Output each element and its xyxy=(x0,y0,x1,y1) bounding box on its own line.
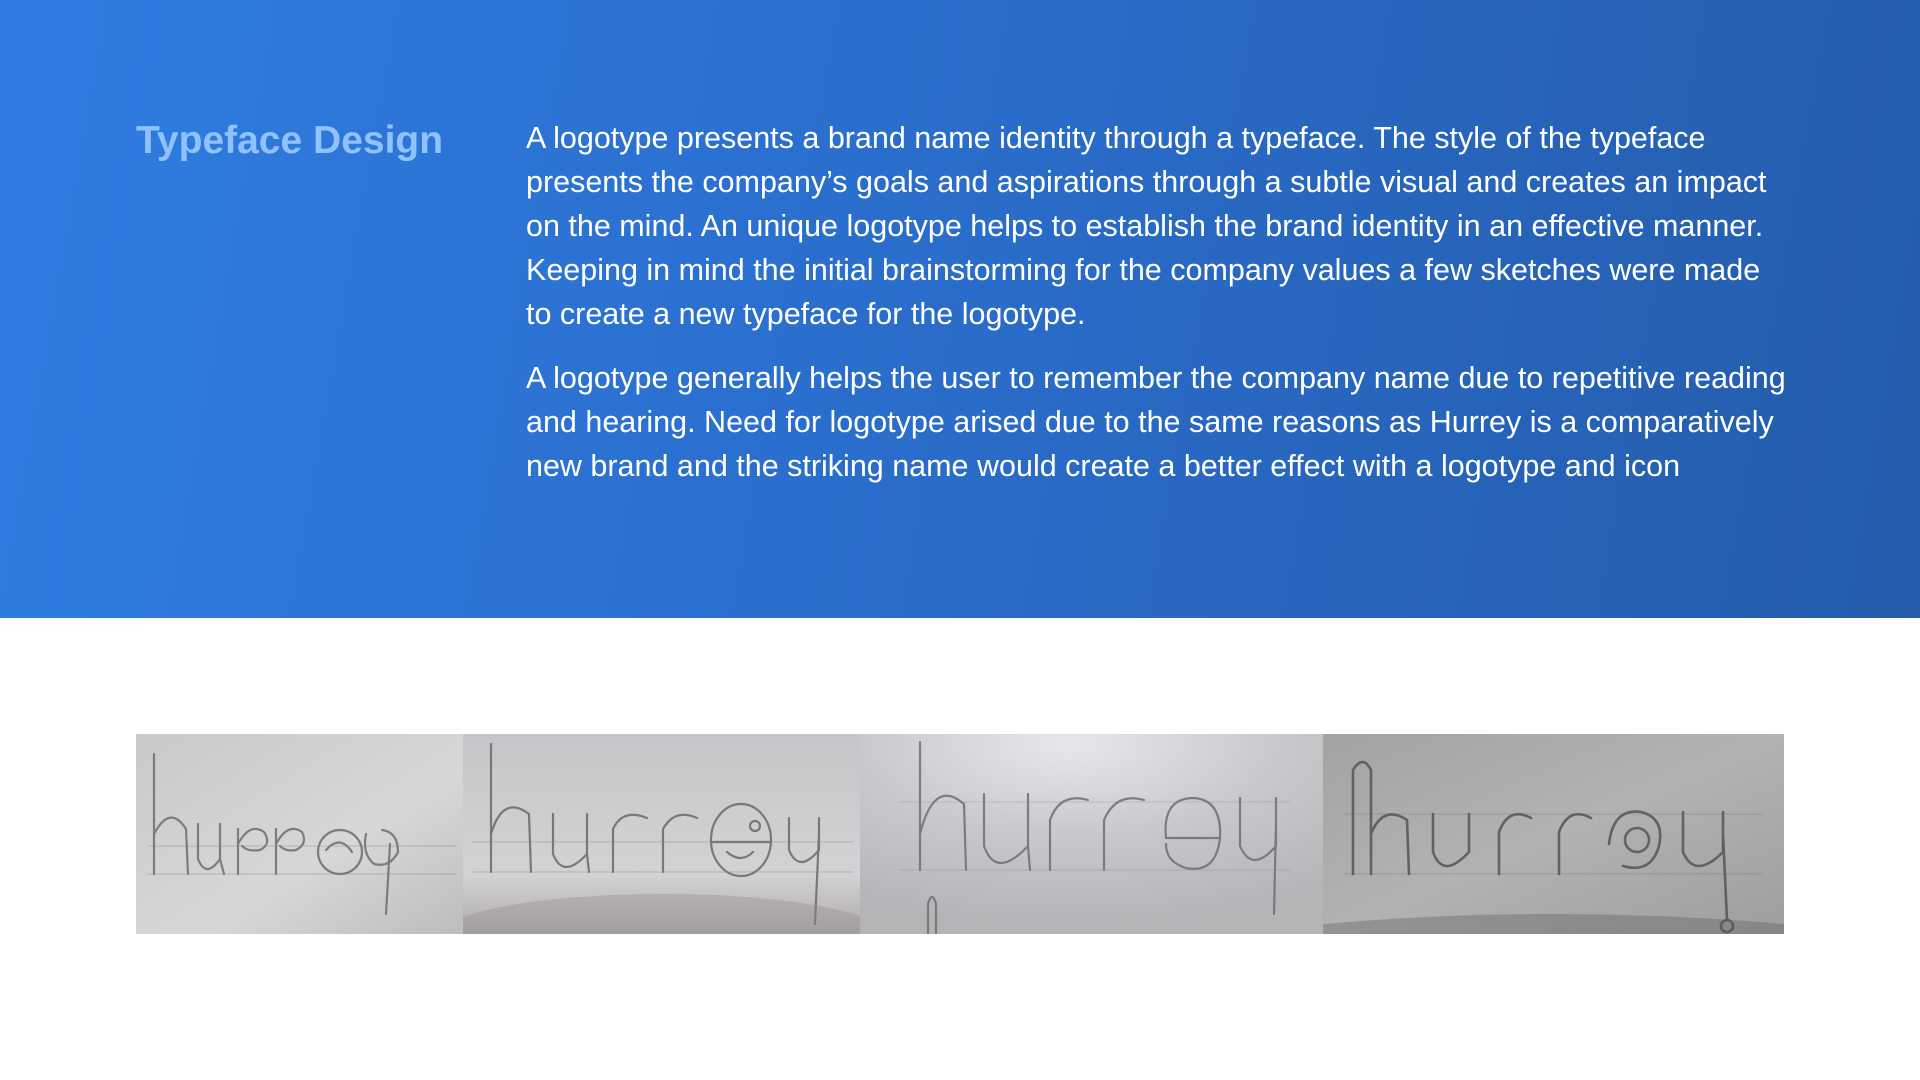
pencil-sketch-hurrey-4 xyxy=(1323,734,1784,934)
sketch-image-2 xyxy=(463,734,860,934)
paragraph-1: A logotype presents a brand name identit… xyxy=(526,121,1767,331)
section-title: Typeface Design xyxy=(136,119,444,162)
sketch-image-3 xyxy=(860,734,1323,934)
pencil-sketch-hurrey-2 xyxy=(463,734,860,934)
sketch-image-4 xyxy=(1323,734,1784,934)
description: A logotype presents a brand name identit… xyxy=(526,116,1786,508)
header-banner: Typeface Design A logotype presents a br… xyxy=(0,0,1920,618)
sketch-strip xyxy=(136,734,1784,934)
sketch-image-1 xyxy=(136,734,463,934)
pencil-sketch-hurrey-3 xyxy=(860,734,1323,934)
paragraph-2: A logotype generally helps the user to r… xyxy=(526,361,1786,483)
pencil-sketch-hurrey-1 xyxy=(136,734,463,934)
